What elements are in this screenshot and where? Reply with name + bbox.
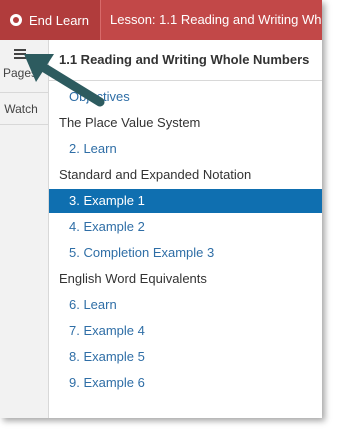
section-heading: The Place Value System <box>59 115 201 130</box>
page-item-objectives[interactable]: Objectives <box>49 85 322 109</box>
page-item[interactable]: 2. Learn <box>49 137 322 161</box>
divider <box>0 92 48 93</box>
panel-title: 1.1 Reading and Writing Whole Numbers <box>59 52 310 67</box>
stop-circle-icon <box>10 14 22 26</box>
pages-panel: 1.1 Reading and Writing Whole Numbers Ob… <box>49 40 322 418</box>
end-learn-label: End Learn <box>29 12 89 28</box>
divider <box>100 0 101 40</box>
lesson-title: Lesson: 1.1 Reading and Writing Whole Nu… <box>110 12 322 27</box>
page-item[interactable]: 8. Example 5 <box>49 345 322 369</box>
top-bar: End Learn Lesson: 1.1 Reading and Writin… <box>0 0 322 40</box>
end-learn-button[interactable]: End Learn <box>0 0 100 40</box>
app-window: End Learn Lesson: 1.1 Reading and Writin… <box>0 0 322 418</box>
page-item[interactable]: 6. Learn <box>49 293 322 317</box>
menu-icon <box>14 49 26 59</box>
watch-button[interactable]: Watch <box>0 102 42 116</box>
page-item[interactable]: 7. Example 4 <box>49 319 322 343</box>
panel-header: 1.1 Reading and Writing Whole Numbers <box>49 40 322 81</box>
page-item[interactable]: 9. Example 6 <box>49 371 322 395</box>
divider <box>0 124 48 125</box>
page-item[interactable]: 4. Example 2 <box>49 215 322 239</box>
pages-label: Pages <box>2 66 38 80</box>
section-heading: English Word Equivalents <box>59 271 207 286</box>
section-heading: Standard and Expanded Notation <box>59 167 252 182</box>
sidebar: Pages Watch <box>0 40 49 418</box>
page-item[interactable]: 5. Completion Example 3 <box>49 241 322 265</box>
pages-button[interactable]: Pages <box>0 40 48 88</box>
page-item-active[interactable]: 3. Example 1 <box>49 189 322 213</box>
